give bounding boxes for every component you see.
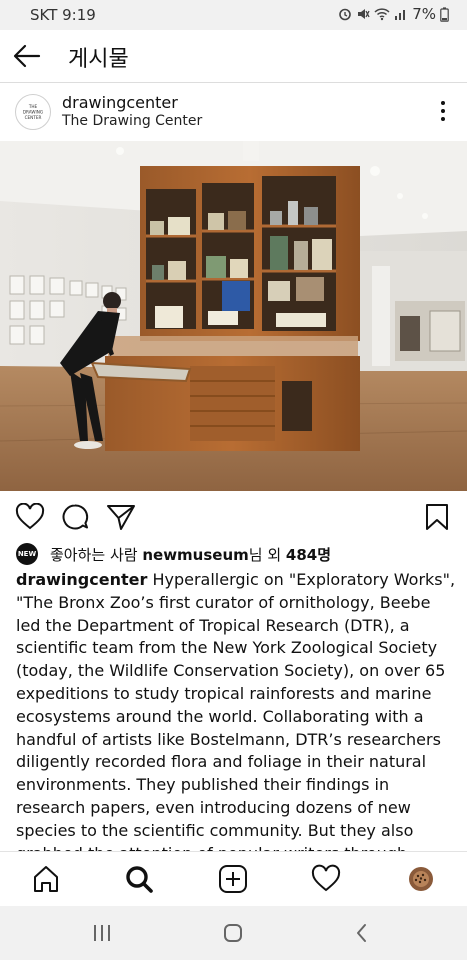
svg-text:DRAWING: DRAWING bbox=[23, 110, 43, 115]
post-header: THE DRAWING CENTER drawingcenter The Dra… bbox=[0, 84, 467, 140]
share-icon[interactable] bbox=[106, 503, 136, 531]
battery-icon bbox=[440, 6, 449, 22]
svg-text:THE: THE bbox=[28, 104, 38, 109]
profile-avatar[interactable]: THE DRAWING CENTER bbox=[15, 94, 51, 130]
profile-avatar-icon[interactable] bbox=[406, 864, 436, 894]
alarm-icon bbox=[339, 8, 352, 21]
likes-middle: 님 외 bbox=[248, 546, 286, 564]
drawing-center-logo: THE DRAWING CENTER bbox=[23, 104, 43, 120]
caption-text: Hyperallergic on "Exploratory Works", "T… bbox=[16, 570, 456, 851]
likes-text: 좋아하는 사람 newmuseum님 외 484명 bbox=[50, 544, 331, 565]
comment-icon[interactable] bbox=[61, 503, 89, 531]
search-icon[interactable] bbox=[124, 864, 154, 894]
mute-icon bbox=[358, 9, 370, 19]
add-post-icon[interactable] bbox=[218, 864, 248, 894]
carrier-time: SKT 9:19 bbox=[30, 6, 96, 24]
liker-avatar[interactable]: NEW bbox=[16, 543, 38, 565]
post-actions bbox=[0, 493, 467, 539]
liker-username[interactable]: newmuseum bbox=[142, 546, 248, 564]
bookmark-icon[interactable] bbox=[425, 503, 449, 531]
activity-heart-icon[interactable] bbox=[311, 864, 341, 894]
wifi-icon bbox=[374, 8, 390, 21]
post-display-name: The Drawing Center bbox=[62, 113, 203, 129]
gallery-photo bbox=[0, 141, 467, 491]
back-button-icon[interactable] bbox=[354, 922, 370, 944]
signal-icon bbox=[395, 10, 406, 20]
status-bar: SKT 9:19 7% bbox=[0, 0, 467, 30]
svg-text:CENTER: CENTER bbox=[25, 115, 42, 120]
home-icon[interactable] bbox=[31, 864, 61, 894]
caption-username[interactable]: drawingcenter bbox=[16, 570, 147, 589]
likes-summary[interactable]: NEW 좋아하는 사람 newmuseum님 외 484명 bbox=[16, 543, 456, 567]
recent-apps-icon[interactable] bbox=[92, 922, 112, 944]
heart-icon[interactable] bbox=[15, 503, 45, 531]
post-image[interactable] bbox=[0, 141, 467, 491]
likes-count[interactable]: 484명 bbox=[286, 546, 331, 564]
bottom-navigation bbox=[0, 851, 467, 906]
page-title: 게시물 bbox=[68, 47, 129, 72]
system-navigation-bar bbox=[0, 906, 467, 960]
battery-percent: 7% bbox=[412, 5, 436, 23]
likes-prefix: 좋아하는 사람 bbox=[50, 546, 143, 564]
back-arrow-icon[interactable] bbox=[12, 42, 42, 70]
post-caption: drawingcenter Hyperallergic on "Explorat… bbox=[16, 569, 456, 851]
status-icons: 7% bbox=[338, 5, 449, 23]
top-bar: 게시물 bbox=[0, 30, 467, 83]
more-options-icon[interactable] bbox=[439, 100, 447, 122]
post-username[interactable]: drawingcenter bbox=[62, 93, 178, 112]
home-button-icon[interactable] bbox=[222, 922, 244, 944]
